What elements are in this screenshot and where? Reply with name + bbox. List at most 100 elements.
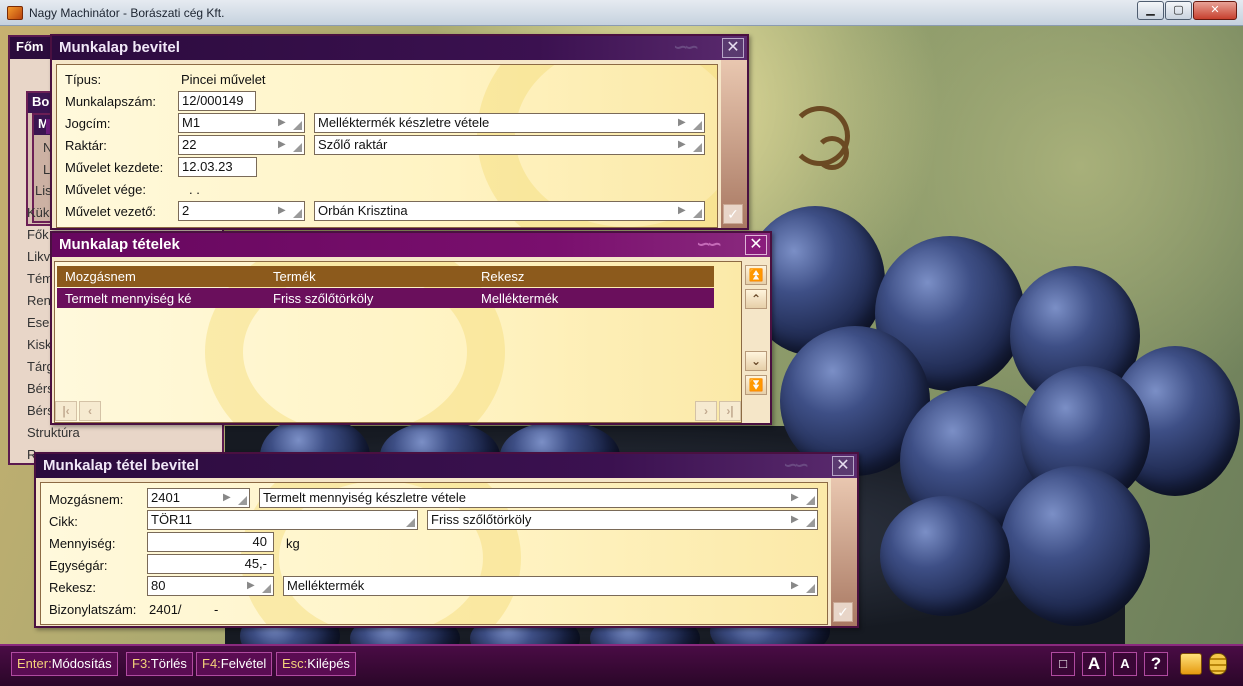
menu-item[interactable]: Fők: [27, 227, 49, 242]
play-arrow-icon[interactable]: ▶: [678, 116, 688, 130]
play-arrow-icon[interactable]: ▶: [791, 491, 801, 505]
f4-felvetel-button[interactable]: F4:Felvétel: [196, 652, 273, 676]
monitor-icon[interactable]: [1180, 653, 1202, 675]
rekesz-code-field[interactable]: 80 ▶: [147, 576, 274, 596]
menu-item[interactable]: Kisk: [27, 337, 52, 352]
key-label: Enter:: [17, 656, 52, 671]
dropdown-corner-icon[interactable]: [293, 209, 302, 218]
rekesz-desc: Melléktermék: [287, 578, 365, 593]
prev-page-icon[interactable]: ‹: [79, 401, 101, 421]
rekesz-label: Rekesz:: [49, 580, 96, 595]
raktar-desc: Szőlő raktár: [318, 137, 388, 152]
bizonylatszam-suffix: -: [214, 602, 219, 617]
dropdown-corner-icon[interactable]: [806, 496, 815, 505]
mozgasnem-code-field[interactable]: 2401 ▶: [147, 488, 250, 508]
dropdown-corner-icon[interactable]: [693, 209, 702, 218]
vezeto-name-field[interactable]: Orbán Krisztina ▶: [314, 201, 705, 221]
first-page-icon[interactable]: |‹: [55, 401, 77, 421]
play-arrow-icon[interactable]: ▶: [791, 579, 801, 593]
table-row[interactable]: Termelt mennyiség ké Friss szőlőtörköly …: [57, 288, 714, 308]
play-arrow-icon[interactable]: ▶: [247, 579, 257, 593]
jogcim-code-field[interactable]: M1 ▶: [178, 113, 305, 133]
vine-tendril: [815, 136, 849, 170]
enter-modositas-button[interactable]: Enter:Módosítás: [11, 652, 118, 676]
play-arrow-icon[interactable]: ▶: [791, 513, 801, 527]
vege-value[interactable]: . .: [189, 182, 200, 197]
mozgasnem-code: 2401: [151, 490, 180, 505]
egysegar-field[interactable]: 45,-: [147, 554, 274, 574]
dropdown-corner-icon[interactable]: [693, 143, 702, 152]
play-arrow-icon[interactable]: ▶: [678, 138, 688, 152]
window-square-icon[interactable]: □: [1051, 652, 1075, 676]
raktar-label: Raktár:: [65, 138, 107, 153]
rekesz-desc-field[interactable]: Melléktermék ▶: [283, 576, 818, 596]
raktar-code-field[interactable]: 22 ▶: [178, 135, 305, 155]
close-icon[interactable]: ✕: [832, 456, 854, 476]
minimize-button[interactable]: ▁: [1137, 1, 1164, 20]
menu-item[interactable]: Likv: [27, 249, 50, 264]
dropdown-corner-icon[interactable]: [806, 518, 815, 527]
play-arrow-icon[interactable]: ▶: [278, 116, 288, 130]
play-arrow-icon[interactable]: ▶: [278, 204, 288, 218]
scroll-page-down-icon[interactable]: ⌄: [745, 351, 767, 371]
play-arrow-icon[interactable]: ▶: [223, 491, 233, 505]
menu-item[interactable]: Struktúra: [27, 425, 80, 440]
jogcim-desc-field[interactable]: Melléktermék készletre vétele ▶: [314, 113, 705, 133]
mozgasnem-desc-field[interactable]: Termelt mennyiség készletre vétele ▶: [259, 488, 818, 508]
next-page-icon[interactable]: ›: [695, 401, 717, 421]
menu-item[interactable]: Ese: [27, 315, 49, 330]
play-arrow-icon[interactable]: ▶: [678, 204, 688, 218]
grape: [1000, 466, 1150, 626]
dropdown-corner-icon[interactable]: [806, 584, 815, 593]
raktar-desc-field[interactable]: Szőlő raktár ▶: [314, 135, 705, 155]
key-label: F3:: [132, 656, 151, 671]
key-action: Felvétel: [220, 656, 267, 671]
dropdown-corner-icon[interactable]: [293, 143, 302, 152]
f3-torles-button[interactable]: F3:Törlés: [126, 652, 193, 676]
database-icon[interactable]: [1209, 653, 1227, 675]
font-large-icon[interactable]: A: [1082, 652, 1106, 676]
tipus-label: Típus:: [65, 72, 102, 87]
cikk-code: TÖR11: [151, 512, 192, 527]
mozgasnem-label: Mozgásnem:: [49, 492, 124, 507]
bizonylatszam-label: Bizonylatszám:: [49, 602, 137, 617]
maximize-button[interactable]: ▢: [1165, 1, 1192, 20]
vezeto-code-field[interactable]: 2 ▶: [178, 201, 305, 221]
scroll-page-up-icon[interactable]: ⌃: [745, 289, 767, 309]
cikk-code-field[interactable]: TÖR11: [147, 510, 418, 530]
scroll-top-icon[interactable]: ⏫: [745, 265, 767, 285]
dropdown-corner-icon[interactable]: [262, 584, 271, 593]
scroll-bottom-icon[interactable]: ⏬: [745, 375, 767, 395]
window-header: Munkalap bevitel ∽∽ ✕: [52, 36, 747, 60]
mennyiseg-field[interactable]: 40: [147, 532, 274, 552]
play-arrow-icon[interactable]: ▶: [278, 138, 288, 152]
menu-item[interactable]: Kük: [27, 205, 49, 220]
cikk-desc-field[interactable]: Friss szőlőtörköly ▶: [427, 510, 818, 530]
column-header[interactable]: Termék: [273, 269, 473, 284]
window-header: Munkalap tétel bevitel ∽∽ ✕: [36, 454, 857, 478]
column-header[interactable]: Mozgásnem: [65, 269, 265, 284]
menu-item[interactable]: Ren: [27, 293, 51, 308]
table-header: Mozgásnem Termék Rekesz: [57, 266, 714, 287]
column-header[interactable]: Rekesz: [481, 269, 681, 284]
confirm-check-icon[interactable]: ✓: [723, 204, 743, 224]
vege-label: Művelet vége:: [65, 182, 146, 197]
close-icon[interactable]: ✕: [722, 38, 744, 58]
help-icon[interactable]: ?: [1144, 652, 1168, 676]
dropdown-corner-icon[interactable]: [406, 518, 415, 527]
status-bar: Enter:Módosítás F3:Törlés F4:Felvétel Es…: [0, 644, 1243, 686]
esc-kilepes-button[interactable]: Esc:Kilépés: [276, 652, 356, 676]
munkalapszam-field[interactable]: 12/000149: [178, 91, 256, 111]
close-window-button[interactable]: ✕: [1193, 1, 1237, 20]
last-page-icon[interactable]: ›|: [719, 401, 741, 421]
kezdete-field[interactable]: 12.03.23: [178, 157, 257, 177]
font-small-icon[interactable]: A: [1113, 652, 1137, 676]
cikk-label: Cikk:: [49, 514, 78, 529]
dropdown-corner-icon[interactable]: [238, 496, 247, 505]
munkalap-tetel-bevitel-window: Munkalap tétel bevitel ∽∽ ✕ ✓ Mozgásnem:…: [34, 452, 859, 628]
dropdown-corner-icon[interactable]: [293, 121, 302, 130]
confirm-check-icon[interactable]: ✓: [833, 602, 853, 622]
close-icon[interactable]: ✕: [745, 235, 767, 255]
key-label: F4:: [202, 656, 221, 671]
dropdown-corner-icon[interactable]: [693, 121, 702, 130]
